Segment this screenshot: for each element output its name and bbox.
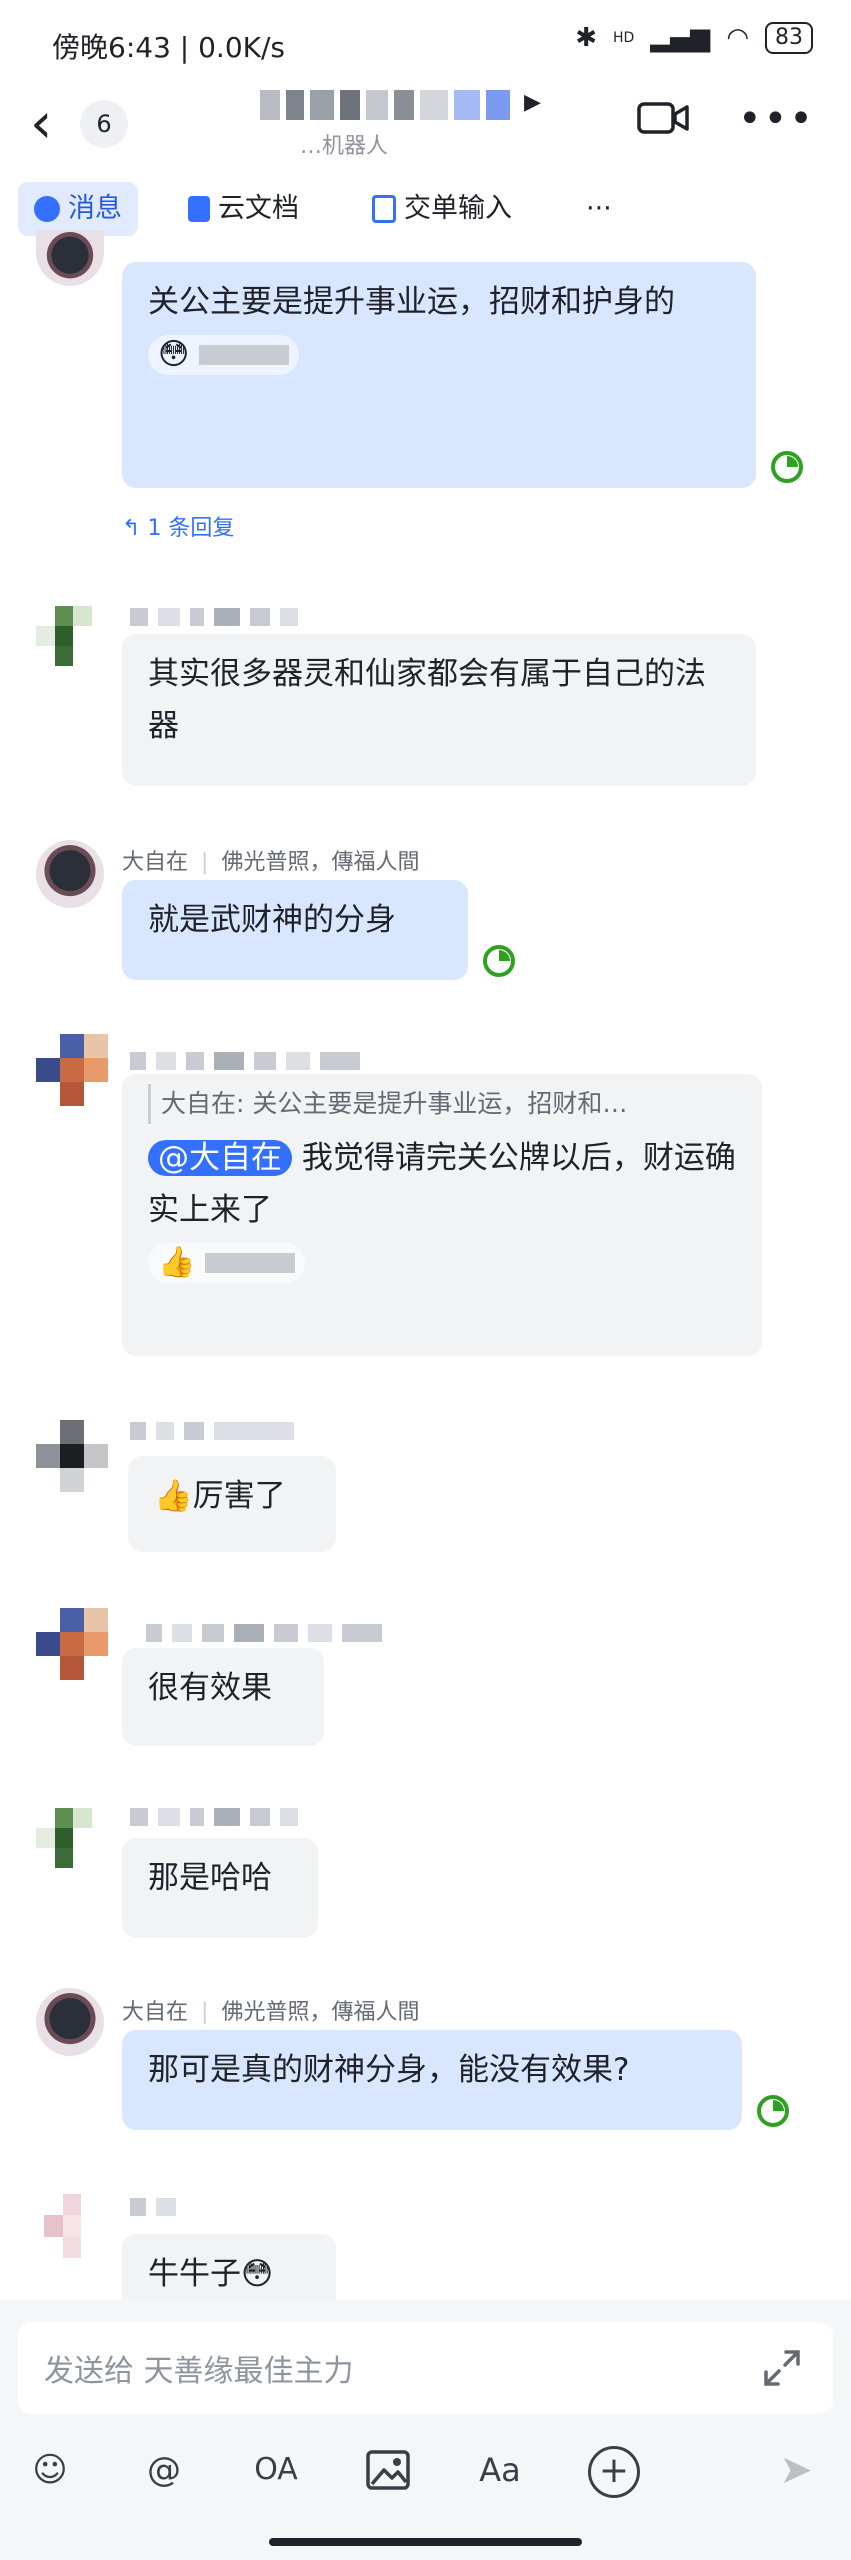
- tab-cloud-docs[interactable]: 云文档: [172, 182, 315, 236]
- sender-name-redacted: [146, 1624, 382, 1642]
- quoted-message[interactable]: 大自在: 关公主要是提升事业运，招财和…: [148, 1084, 736, 1124]
- message-text: 就是武财神的分身: [148, 902, 396, 938]
- bluetooth-icon: ✱: [575, 23, 597, 53]
- chat-subtitle: …机器人: [300, 134, 389, 159]
- emoji-icon[interactable]: ☺: [26, 2446, 74, 2494]
- sender-line: 大自在 | 佛光普照，傳福人間: [122, 844, 419, 876]
- reaction-chip[interactable]: 😳: [148, 335, 300, 375]
- expand-editor-icon[interactable]: [762, 2348, 802, 2388]
- document-icon: [188, 196, 210, 222]
- message-text: 关公主要是提升事业运，招财和护身的: [148, 284, 675, 320]
- message-text: 那是哈哈: [148, 1860, 272, 1896]
- avatar[interactable]: [36, 1808, 92, 1868]
- message-bubble[interactable]: 牛牛子😳: [122, 2234, 336, 2304]
- message-text: 很有效果: [148, 1670, 272, 1706]
- tab-more[interactable]: ···: [570, 182, 628, 236]
- message-bubble-icon: [34, 196, 60, 222]
- message-text: 其实很多器灵和仙家都会有属于自己的法器: [148, 656, 706, 744]
- unread-count-badge[interactable]: 6: [80, 100, 128, 148]
- sender-signature: 佛光普照，傳福人間: [221, 850, 420, 875]
- network-hd-label: HD: [613, 30, 635, 46]
- tab-order-input-label: 交单输入: [404, 193, 512, 224]
- wifi-icon: ◠: [726, 23, 749, 53]
- thumbs-up-emoji-icon: 👍: [158, 1245, 196, 1280]
- avatar[interactable]: [36, 1420, 108, 1492]
- avatar[interactable]: [36, 1988, 104, 2056]
- message-bubble[interactable]: 很有效果: [122, 1648, 324, 1746]
- read-status-icon: [771, 451, 803, 483]
- sender-name-redacted: [130, 608, 298, 626]
- image-icon[interactable]: [364, 2446, 412, 2494]
- add-attachment-icon[interactable]: +: [588, 2446, 640, 2498]
- message-body: @大自在 我觉得请完关公牌以后，财运确实上来了: [148, 1132, 736, 1236]
- message-text: 那可是真的财神分身，能没有效果?: [148, 2052, 630, 2088]
- text-format-icon[interactable]: Aa: [476, 2446, 524, 2494]
- reaction-chip[interactable]: 👍: [148, 1243, 306, 1283]
- reply-arrow-icon: ↰: [122, 516, 141, 541]
- send-icon[interactable]: ➤: [772, 2446, 820, 2494]
- avatar[interactable]: [44, 2194, 100, 2258]
- avatar[interactable]: [36, 1608, 108, 1680]
- sender-name-redacted: [130, 1052, 360, 1070]
- home-indicator[interactable]: [269, 2538, 582, 2546]
- message-bubble[interactable]: 关公主要是提升事业运，招财和护身的 😳: [122, 262, 756, 488]
- sender-line: 大自在 | 佛光普照，傳福人間: [122, 1994, 419, 2026]
- reply-count-link[interactable]: ↰ 1 条回复: [122, 510, 234, 542]
- more-options-icon[interactable]: •••: [738, 99, 815, 139]
- title-play-icon: ▶: [524, 90, 541, 115]
- back-arrow-icon[interactable]: ‹: [30, 96, 52, 152]
- message-bubble[interactable]: 👍厉害了: [128, 1456, 336, 1552]
- tab-messages-label: 消息: [68, 193, 122, 224]
- sender-name-redacted: [130, 1808, 298, 1826]
- battery-indicator: 83: [765, 22, 813, 54]
- sender-name: 大自在: [122, 850, 189, 875]
- tab-more-label: ···: [586, 193, 612, 224]
- sender-name-redacted: [130, 1422, 294, 1440]
- message-bubble[interactable]: 那是哈哈: [122, 1838, 318, 1938]
- reactor-name-redacted: [199, 345, 290, 365]
- message-bubble[interactable]: 其实很多器灵和仙家都会有属于自己的法器: [122, 634, 756, 786]
- status-bar: 傍晚6:43 | 0.0K/s ✱ HD ▂▄▆ ◠ 83: [0, 0, 851, 92]
- mention-chip[interactable]: @大自在: [148, 1140, 292, 1176]
- read-status-icon: [483, 945, 515, 977]
- sender-name: 大自在: [122, 2000, 189, 2025]
- avatar[interactable]: [36, 1034, 108, 1106]
- message-bubble[interactable]: 就是武财神的分身: [122, 880, 468, 980]
- status-icons: ✱ HD ▂▄▆ ◠ 83: [575, 22, 813, 54]
- sender-signature: 佛光普照，傳福人間: [221, 2000, 420, 2025]
- avatar[interactable]: [36, 840, 104, 908]
- sender-divider: |: [201, 850, 209, 875]
- clipboard-icon: [372, 195, 396, 223]
- message-text: 牛牛子😳: [148, 2256, 274, 2292]
- read-status-icon: [757, 2095, 789, 2127]
- message-bubble[interactable]: 那可是真的财神分身，能没有效果?: [122, 2030, 742, 2130]
- reactor-name-redacted: [205, 1253, 296, 1273]
- signal-icon: ▂▄▆: [650, 23, 711, 53]
- tab-order-input[interactable]: 交单输入: [356, 182, 528, 236]
- reply-count-text: 1 条回复: [147, 516, 235, 541]
- message-bubble[interactable]: 大自在: 关公主要是提升事业运，招财和… @大自在 我觉得请完关公牌以后，财运确…: [122, 1074, 762, 1356]
- tab-messages[interactable]: 消息: [18, 182, 138, 236]
- sender-name-redacted: [130, 2198, 176, 2216]
- okr-icon[interactable]: OA: [252, 2446, 300, 2494]
- sender-divider: |: [201, 2000, 209, 2025]
- message-text: 👍厉害了: [154, 1478, 286, 1514]
- flushed-emoji-icon: 😳: [158, 337, 190, 372]
- message-input-placeholder: 发送给 天善缘最佳主力: [44, 2354, 354, 2389]
- tab-cloud-docs-label: 云文档: [218, 193, 299, 224]
- mention-icon[interactable]: @: [140, 2446, 188, 2494]
- status-time-speed: 傍晚6:43 | 0.0K/s: [52, 31, 286, 64]
- video-call-icon[interactable]: [637, 98, 689, 138]
- avatar[interactable]: [36, 606, 92, 666]
- avatar[interactable]: [36, 230, 104, 286]
